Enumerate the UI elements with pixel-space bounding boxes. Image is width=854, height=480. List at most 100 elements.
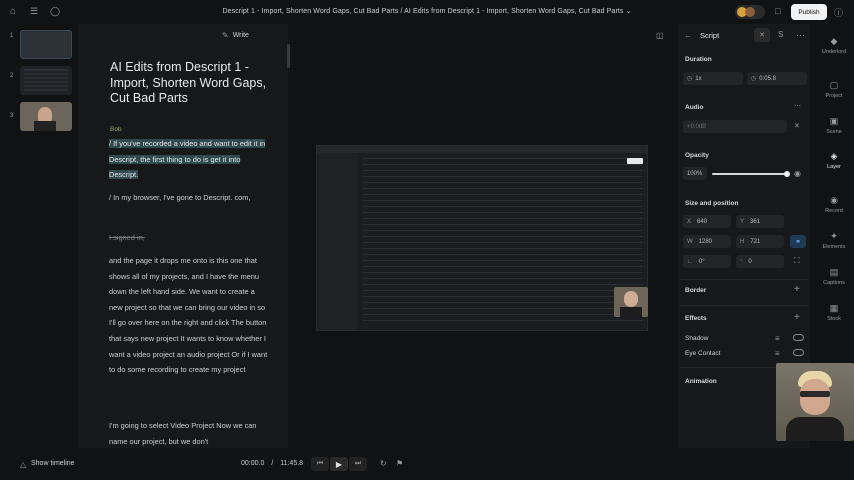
- speaker-label[interactable]: Bob: [110, 126, 122, 133]
- script-paragraph[interactable]: and the page it drops me onto is this on…: [109, 253, 269, 378]
- rail-label: Underlord: [821, 49, 847, 55]
- eye-contact-label: Eye Contact: [685, 350, 721, 357]
- script-paragraph[interactable]: I'm going to select Video Project Now we…: [109, 418, 269, 448]
- webcam-overlay-thumbnail[interactable]: [614, 287, 648, 317]
- rail-elements[interactable]: ✦ Elements: [814, 231, 854, 250]
- effects-title: Effects: [685, 315, 707, 322]
- speed-value: 1x: [695, 75, 702, 82]
- more-icon[interactable]: ⋯: [796, 30, 805, 41]
- skip-back-icon: ⏮: [316, 460, 324, 467]
- opacity-slider-handle[interactable]: [784, 171, 790, 177]
- rail-project[interactable]: ▢ Project: [814, 80, 854, 99]
- captions-icon: ▤: [829, 267, 839, 277]
- dollar-icon[interactable]: S: [778, 30, 783, 39]
- total-time: 11:45.8: [280, 460, 304, 467]
- corner-radius-field[interactable]: ◝ 0: [736, 255, 784, 268]
- add-effect-icon[interactable]: +: [794, 312, 800, 323]
- fullscreen-icon[interactable]: ⛶: [794, 256, 800, 266]
- y-field[interactable]: Y 361: [736, 215, 784, 228]
- rotation-value: 0°: [698, 258, 705, 265]
- collaborators-avatars[interactable]: [735, 5, 765, 19]
- rail-label: Scene: [826, 129, 842, 135]
- link-icon: ⚭: [795, 238, 801, 246]
- timecode: 00:00.0 / 11:45.8: [241, 460, 303, 467]
- rail-layer[interactable]: ◈ Layer: [814, 151, 854, 170]
- document-title[interactable]: AI Edits from Descript 1 - Import, Short…: [110, 60, 280, 107]
- audio-title: Audio: [685, 104, 704, 111]
- mute-icon: ✕: [759, 32, 765, 39]
- divider: [680, 305, 808, 306]
- write-label: Write: [232, 32, 249, 39]
- script-paragraph[interactable]: I signed in,: [109, 230, 269, 246]
- width-field[interactable]: W 1280: [683, 235, 731, 248]
- rail-scene[interactable]: ▣ Scene: [814, 116, 854, 135]
- skip-back-button[interactable]: ⏮: [311, 457, 329, 471]
- publish-button[interactable]: Publish: [791, 4, 827, 20]
- eye-icon[interactable]: ◉: [794, 169, 801, 178]
- write-button[interactable]: ✎ Write: [222, 31, 249, 40]
- opacity-slider-fill: [712, 173, 788, 175]
- scene-thumbnail[interactable]: [20, 30, 72, 59]
- scene-number: 2: [10, 73, 14, 79]
- rail-label: Captions: [823, 280, 845, 286]
- comment-icon[interactable]: □: [775, 6, 780, 16]
- scene-thumbnail[interactable]: [20, 102, 72, 131]
- video-preview[interactable]: [316, 145, 648, 331]
- presenter-webcam: [776, 363, 854, 441]
- sliders-icon[interactable]: ≡: [775, 334, 780, 343]
- divider: [680, 279, 808, 280]
- y-value: 361: [750, 218, 761, 225]
- corner-value: 0: [748, 258, 752, 265]
- panel-toggle-icon[interactable]: ◫: [656, 31, 664, 40]
- shadow-toggle[interactable]: [793, 334, 804, 341]
- paragraph-text: I signed in,: [109, 233, 145, 242]
- height-field[interactable]: H 721: [736, 235, 784, 248]
- current-time: 00:00.0: [241, 460, 265, 467]
- length-field[interactable]: ◷ 0:05.8: [747, 72, 807, 85]
- size-position-title: Size and position: [685, 200, 739, 207]
- x-field[interactable]: X 640: [683, 215, 731, 228]
- eye-contact-toggle[interactable]: [793, 349, 804, 356]
- show-timeline-button[interactable]: Show timeline: [31, 460, 75, 467]
- more-icon[interactable]: ⋯: [794, 102, 801, 110]
- elements-icon: ✦: [830, 231, 838, 241]
- rail-captions[interactable]: ▤ Captions: [814, 267, 854, 286]
- record-icon: ◉: [830, 195, 838, 205]
- x-label: X: [687, 218, 692, 225]
- scene-thumbnail[interactable]: [20, 66, 72, 95]
- rail-label: Stock: [827, 316, 841, 322]
- rotation-icon: ∟: [687, 258, 693, 265]
- script-paragraph[interactable]: / If you've recorded a video and want to…: [109, 136, 269, 183]
- pencil-icon: ✎: [222, 31, 229, 40]
- mute-toggle[interactable]: ✕: [754, 28, 770, 42]
- sliders-icon[interactable]: ≡: [775, 349, 780, 358]
- rail-stock[interactable]: ▦ Stock: [814, 303, 854, 322]
- duration-title: Duration: [685, 56, 712, 63]
- lock-aspect-toggle[interactable]: ⚭: [790, 235, 806, 248]
- rail-underlord[interactable]: ◆ Underlord: [814, 36, 854, 55]
- rotation-field[interactable]: ∟ 0°: [683, 255, 731, 268]
- back-arrow-icon[interactable]: ←: [684, 31, 692, 40]
- bookmark-icon[interactable]: ⚑: [396, 459, 403, 468]
- opacity-slider-track[interactable]: [712, 171, 790, 177]
- scrollbar[interactable]: [287, 44, 290, 68]
- rail-record[interactable]: ◉ Record: [814, 195, 854, 214]
- layer-icon: ◈: [830, 151, 838, 161]
- scene-icon: ▣: [829, 116, 839, 126]
- breadcrumb-title[interactable]: Descript 1 - Import, Shorten Word Gaps, …: [0, 7, 854, 15]
- time-separator: /: [271, 460, 274, 467]
- corner-icon: ◝: [740, 259, 743, 265]
- opacity-field[interactable]: 100%: [683, 167, 707, 180]
- skip-forward-button[interactable]: ⏭: [349, 457, 367, 471]
- audio-gain-field[interactable]: +0.0dB: [683, 120, 787, 133]
- add-border-icon[interactable]: +: [794, 284, 800, 295]
- script-paragraph[interactable]: / In my browser, I've gone to Descript. …: [109, 190, 269, 206]
- loop-icon[interactable]: ↻: [380, 459, 387, 468]
- mute-icon[interactable]: ✕: [794, 122, 800, 130]
- w-label: W: [687, 238, 693, 245]
- speed-field[interactable]: ◷ 1x: [683, 72, 743, 85]
- help-icon[interactable]: ⓘ: [834, 6, 843, 19]
- x-value: 640: [697, 218, 708, 225]
- clock-icon: ◷: [751, 76, 757, 82]
- play-button[interactable]: ▶: [330, 457, 348, 471]
